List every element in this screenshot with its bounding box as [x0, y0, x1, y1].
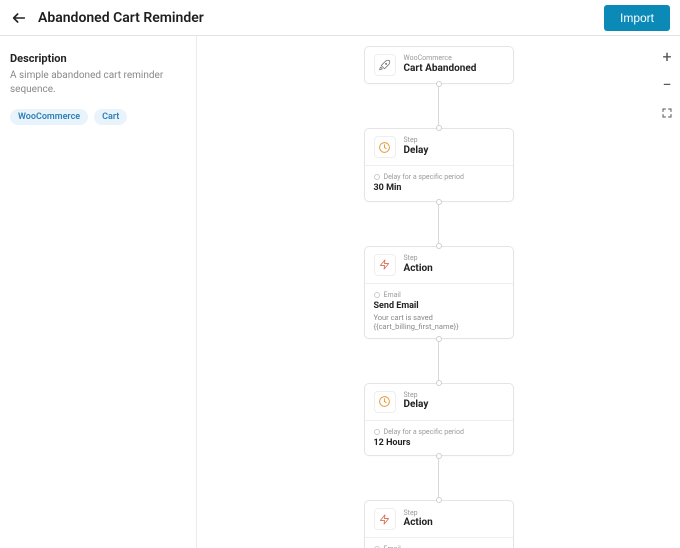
connector [438, 456, 439, 500]
card-eyebrow: Step [404, 137, 429, 145]
page-title: Abandoned Cart Reminder [38, 10, 594, 26]
card-eyebrow: WooCommerce [404, 55, 477, 63]
bolt-icon [374, 508, 396, 530]
card-name: Delay [404, 145, 429, 157]
tag-cart[interactable]: Cart [94, 109, 127, 125]
back-arrow-icon[interactable] [10, 9, 28, 27]
card-eyebrow: Step [404, 392, 429, 400]
zoom-out-icon[interactable]: − [660, 78, 674, 92]
connector [438, 202, 439, 246]
card-body-title: 30 Min [374, 183, 504, 194]
tag-woocommerce[interactable]: WooCommerce [10, 109, 88, 125]
rocket-icon [374, 54, 396, 76]
connector [438, 84, 439, 128]
card-body-subtitle: Your cart is saved {{cart_billing_first_… [374, 313, 504, 331]
flow-card[interactable]: StepDelay Delay for a specific period 12 H… [364, 383, 514, 457]
flow-card[interactable]: StepAction Email Send EmailYour cart is sa… [364, 246, 514, 339]
description-text: A simple abandoned cart reminder sequenc… [10, 69, 186, 97]
description-heading: Description [10, 52, 186, 65]
clock-icon [374, 391, 396, 413]
card-eyebrow: Step [404, 255, 433, 263]
card-body-eyebrow: Email [374, 291, 504, 299]
bolt-icon [374, 254, 396, 276]
card-body-eyebrow: Delay for a specific period [374, 173, 504, 181]
flow-card[interactable]: StepDelay Delay for a specific period 30 M… [364, 128, 514, 202]
clock-icon [374, 136, 396, 158]
fullscreen-icon[interactable] [660, 106, 674, 120]
card-body-eyebrow: Delay for a specific period [374, 428, 504, 436]
import-button[interactable]: Import [604, 5, 670, 31]
workflow-canvas[interactable]: + − WooCommerceCart AbandonedStepDelayDe… [197, 36, 680, 548]
card-body-title: Send Email [374, 301, 504, 312]
card-body-title: 12 Hours [374, 438, 504, 449]
card-eyebrow: Step [404, 510, 433, 518]
zoom-in-icon[interactable]: + [660, 50, 674, 64]
card-name: Action [404, 517, 433, 529]
flow-card[interactable]: WooCommerceCart Abandoned [364, 46, 514, 84]
flow-card[interactable]: StepActionEmailSend EmailYour cart is ab… [364, 500, 514, 548]
connector [438, 339, 439, 383]
card-name: Action [404, 263, 433, 275]
sidebar: Description A simple abandoned cart remi… [0, 36, 197, 548]
card-name: Cart Abandoned [404, 63, 477, 75]
card-name: Delay [404, 399, 429, 411]
